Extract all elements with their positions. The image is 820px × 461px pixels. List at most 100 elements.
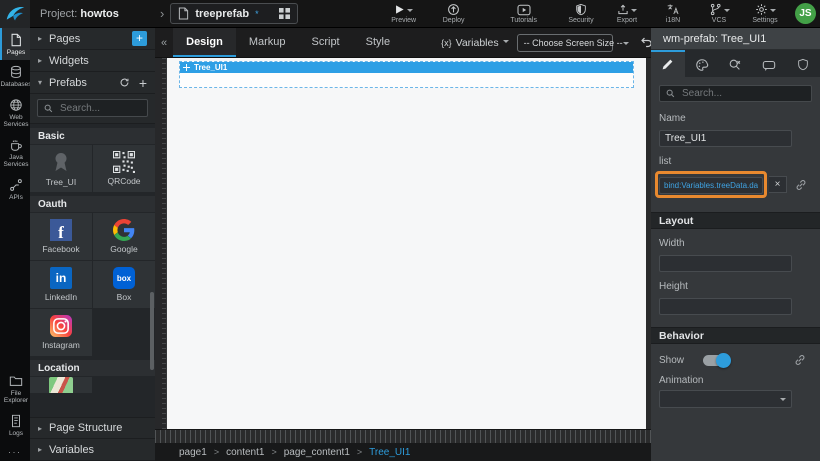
breadcrumb-tree-ui1[interactable]: Tree_UI1 xyxy=(369,447,410,458)
prefab-tile-box[interactable]: box Box xyxy=(93,261,155,308)
security-button[interactable]: Security xyxy=(561,0,601,28)
breadcrumb-page-content1[interactable]: page_content1 xyxy=(284,447,350,458)
rail-item-web-services[interactable]: Web Services xyxy=(0,93,30,133)
prefab-tile-linkedin[interactable]: in LinkedIn xyxy=(30,261,92,308)
coffee-icon xyxy=(9,138,23,152)
rail-item-apis[interactable]: APIs xyxy=(0,173,30,205)
bind-link-icon[interactable] xyxy=(795,179,807,191)
rail-item-databases[interactable]: Databases xyxy=(0,60,30,92)
search-icon xyxy=(666,89,675,98)
height-label: Height xyxy=(659,281,812,292)
breadcrumb-separator: > xyxy=(214,447,219,457)
tab-properties[interactable] xyxy=(651,50,685,77)
chevron-down-icon xyxy=(623,42,629,48)
prefab-tile-qrcode[interactable]: QRCode xyxy=(93,145,155,192)
rail-overflow-button[interactable]: ... xyxy=(0,441,30,461)
height-input[interactable] xyxy=(659,298,792,315)
scrollbar-thumb[interactable] xyxy=(150,292,154,370)
grid-icon[interactable] xyxy=(279,8,290,19)
project-value: howtos xyxy=(80,8,119,20)
tab-design[interactable]: Design xyxy=(173,28,236,57)
inspect-icon xyxy=(728,58,742,72)
toggle-knob xyxy=(716,353,731,368)
section-pages[interactable]: ▸ Pages + xyxy=(30,28,155,50)
rail-item-java-services[interactable]: Java Services xyxy=(0,133,30,173)
screen-size-select[interactable]: -- Choose Screen Size -- xyxy=(517,34,613,52)
tab-messages[interactable] xyxy=(752,50,786,77)
add-page-button[interactable]: + xyxy=(132,31,147,46)
rail-item-logs[interactable]: Logs xyxy=(0,409,30,441)
canvas-page[interactable]: Tree_UI1 xyxy=(167,58,646,429)
rail-item-file-explorer[interactable]: File Explorer xyxy=(0,369,30,409)
instagram-icon xyxy=(50,315,72,337)
clear-bind-button[interactable]: × xyxy=(769,176,787,193)
tree-ui-widget[interactable]: Tree_UI1 xyxy=(179,61,634,88)
import-prefab-button[interactable]: + xyxy=(139,77,147,89)
name-label: Name xyxy=(659,113,812,124)
chat-icon xyxy=(762,58,776,72)
run-actions: Preview Deploy xyxy=(384,0,474,28)
tab-markup[interactable]: Markup xyxy=(236,28,299,57)
preview-button[interactable]: Preview xyxy=(384,0,424,28)
document-icon xyxy=(178,7,189,20)
name-input[interactable] xyxy=(659,130,792,147)
refresh-icon[interactable] xyxy=(119,77,130,88)
shield-icon xyxy=(575,3,587,16)
api-icon xyxy=(9,178,23,192)
design-canvas[interactable]: Tree_UI1 xyxy=(155,58,651,429)
prefab-list[interactable]: Basic Tree_UI xyxy=(30,124,155,417)
vcs-button[interactable]: VCS xyxy=(699,0,739,28)
variables-dropdown[interactable]: {x} Variables xyxy=(441,37,509,49)
ribbon-icon xyxy=(49,150,73,174)
list-bind-input[interactable] xyxy=(659,177,763,194)
width-input[interactable] xyxy=(659,255,792,272)
top-bar: Project: howtos › treeprefab * Preview xyxy=(0,0,820,28)
tab-style[interactable]: Style xyxy=(353,28,403,57)
rail-item-pages[interactable]: Pages xyxy=(0,28,30,60)
prefab-tile-facebook[interactable]: f Facebook xyxy=(30,213,92,260)
breadcrumb-separator: > xyxy=(271,447,276,457)
settings-actions: Security Export i18N xyxy=(561,0,820,28)
deploy-icon xyxy=(447,3,460,16)
section-widgets[interactable]: ▸ Widgets xyxy=(30,50,155,72)
prefab-search-input[interactable] xyxy=(58,102,141,115)
tab-events[interactable] xyxy=(719,50,753,77)
widget-title-bar[interactable]: Tree_UI1 xyxy=(180,62,633,73)
section-prefabs[interactable]: ▾ Prefabs + xyxy=(30,72,155,94)
annotation-highlight-box xyxy=(655,171,767,198)
logs-icon xyxy=(9,414,23,428)
section-variables[interactable]: ▸ Variables xyxy=(30,439,155,461)
show-bind-link-icon[interactable] xyxy=(794,354,806,366)
animation-select[interactable] xyxy=(659,390,792,408)
prefab-tile-google[interactable]: Google xyxy=(93,213,155,260)
tutorials-button[interactable]: Tutorials xyxy=(504,0,544,28)
section-page-structure[interactable]: ▸ Page Structure xyxy=(30,417,155,439)
tab-script[interactable]: Script xyxy=(299,28,353,57)
variables-icon: {x} xyxy=(441,38,452,48)
pencil-icon xyxy=(661,58,674,71)
folder-icon xyxy=(9,374,23,388)
inspector-search xyxy=(651,77,820,104)
deploy-button[interactable]: Deploy xyxy=(434,0,474,28)
vertical-ruler xyxy=(155,58,167,429)
prefab-tile-instagram[interactable]: Instagram xyxy=(30,309,92,356)
prefab-tile-map[interactable] xyxy=(30,377,92,393)
project-name: Project: howtos xyxy=(30,8,156,20)
collapse-left-panel-button[interactable]: « xyxy=(155,37,173,49)
settings-button[interactable]: Settings xyxy=(745,0,785,28)
breadcrumb-content1[interactable]: content1 xyxy=(226,447,264,458)
breadcrumb-page1[interactable]: page1 xyxy=(179,447,207,458)
open-page-tab[interactable]: treeprefab * xyxy=(170,3,297,24)
tab-styles[interactable] xyxy=(685,50,719,77)
prefab-tile-tree-ui[interactable]: Tree_UI xyxy=(30,145,92,192)
database-icon xyxy=(9,65,23,79)
left-panel: ▸ Pages + ▸ Widgets ▾ Prefabs + xyxy=(30,28,155,461)
tab-security[interactable] xyxy=(786,50,820,77)
inspector-search-input[interactable] xyxy=(680,87,805,100)
i18n-button[interactable]: i18N xyxy=(653,0,693,28)
chevron-down-icon xyxy=(770,9,776,15)
user-avatar[interactable]: JS xyxy=(795,3,816,24)
show-toggle[interactable] xyxy=(703,355,730,366)
export-button[interactable]: Export xyxy=(607,0,647,28)
shield-icon xyxy=(797,58,809,71)
